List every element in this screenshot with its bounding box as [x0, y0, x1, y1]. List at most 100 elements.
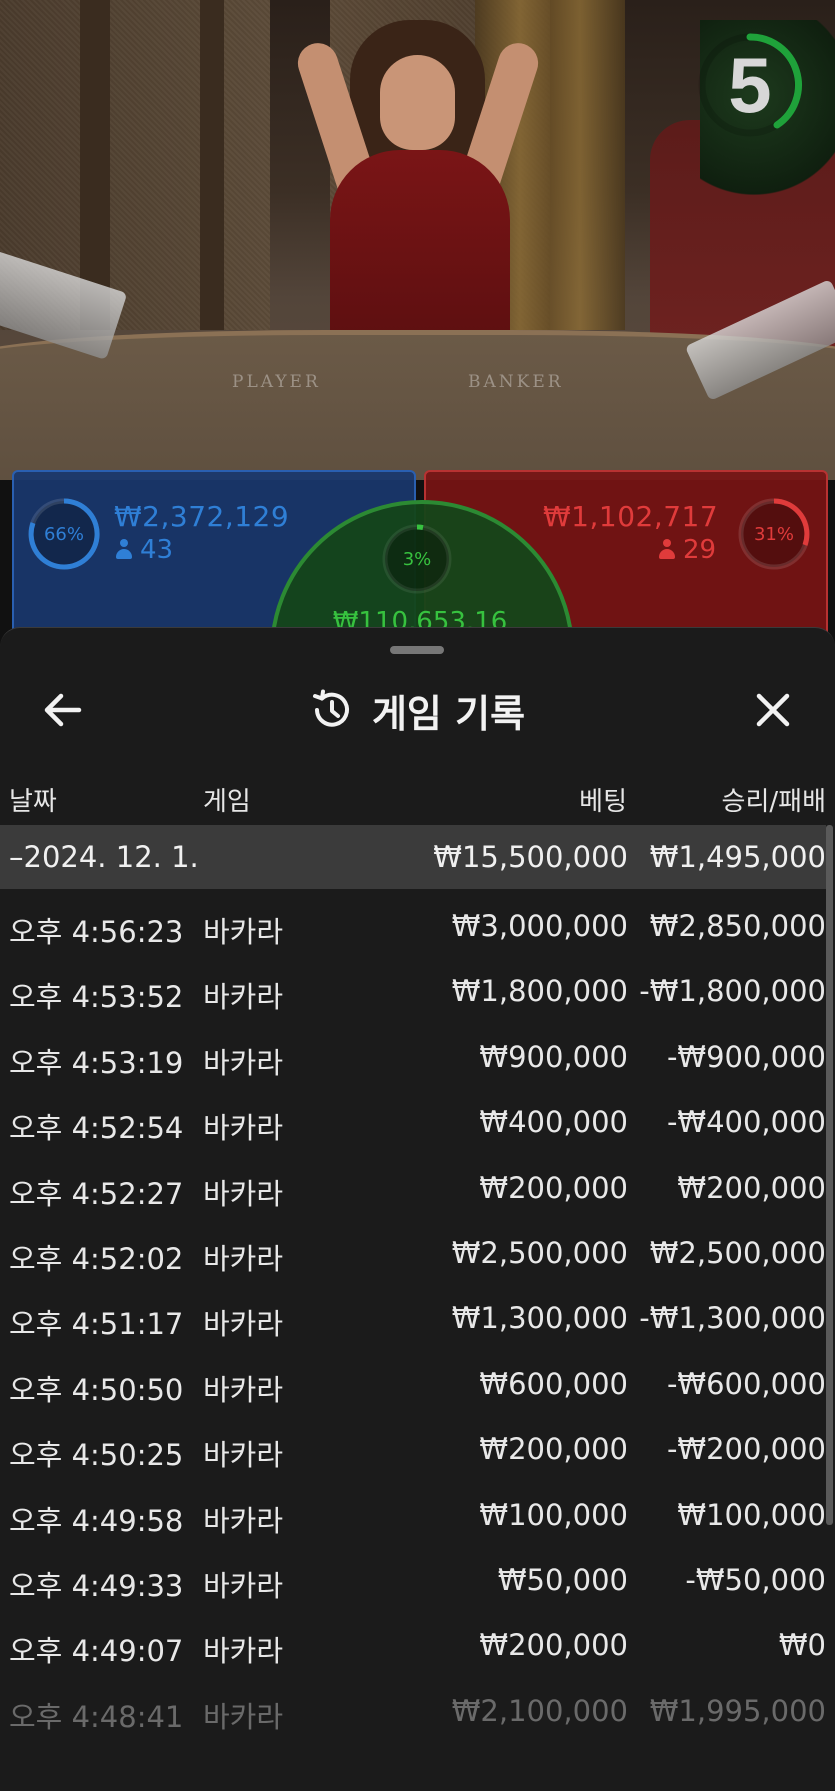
row-game: 바카라 — [203, 1503, 284, 1538]
column-bet: 베팅 — [579, 787, 627, 817]
column-game: 게임 — [203, 787, 251, 817]
banker-percent-ring: 31% — [736, 496, 812, 572]
row-result: ₩2,850,000 — [649, 909, 826, 943]
row-time: 오후 4:53:19 — [9, 1045, 184, 1080]
betting-countdown: 5 — [695, 30, 805, 140]
row-time: 오후 4:50:50 — [9, 1372, 184, 1407]
row-time: 오후 4:51:17 — [9, 1307, 184, 1342]
row-bet: ₩1,300,000 — [451, 1301, 628, 1336]
banker-percent: 31% — [753, 523, 794, 545]
player-percent: 66% — [43, 523, 84, 545]
row-time: 오후 4:52:02 — [9, 1241, 184, 1276]
row-game: 바카라 — [203, 1438, 284, 1473]
row-result: -₩1,300,000 — [639, 1301, 826, 1336]
sheet-header: 게임 기록 — [0, 680, 835, 740]
date-group-result-total: ₩1,495,000 — [649, 840, 826, 874]
tie-percent-ring: 3% — [380, 522, 454, 596]
person-icon — [116, 539, 132, 559]
row-bet: ₩400,000 — [479, 1105, 628, 1140]
row-result: ₩200,000 — [677, 1170, 826, 1205]
history-icon — [312, 689, 349, 727]
row-result: -₩1,800,000 — [639, 974, 826, 1009]
live-video-feed: PLAYER BANKER 5 — [0, 0, 835, 480]
row-game: 바카라 — [203, 915, 284, 949]
player-percent-ring: 66% — [26, 496, 102, 572]
row-result: ₩2,500,000 — [649, 1235, 826, 1270]
row-bet: ₩200,000 — [479, 1628, 628, 1663]
tie-percent: 3% — [402, 548, 432, 570]
banker-bettor-count: 29 — [659, 535, 716, 565]
column-date: 날짜 — [9, 787, 57, 817]
row-bet: ₩200,000 — [479, 1170, 628, 1205]
row-time: 오후 4:48:41 — [9, 1699, 184, 1734]
history-row[interactable]: 오후 4:52:54 바카라 ₩400,000 -₩400,000 — [0, 1093, 826, 1158]
row-result: ₩100,000 — [677, 1497, 826, 1532]
row-game: 바카라 — [203, 1699, 284, 1734]
history-list: 오후 4:56:23 바카라 ₩3,000,000 ₩2,850,000 오후 … — [0, 897, 826, 1747]
banker-bet-amount: ₩1,102,717 — [543, 500, 719, 533]
date-group-label: –2024. 12. 1. — [9, 840, 199, 874]
row-game: 바카라 — [203, 1176, 284, 1211]
row-game: 바카라 — [203, 1372, 284, 1407]
row-time: 오후 4:56:23 — [9, 915, 184, 949]
row-result: -₩600,000 — [666, 1366, 826, 1401]
countdown-value: 5 — [728, 40, 772, 129]
banker-bettor-number: 29 — [683, 535, 717, 565]
history-row[interactable]: 오후 4:50:25 바카라 ₩200,000 -₩200,000 — [0, 1420, 826, 1485]
history-row[interactable]: 오후 4:52:02 바카라 ₩2,500,000 ₩2,500,000 — [0, 1224, 826, 1289]
player-bettor-number: 43 — [140, 535, 174, 565]
row-game: 바카라 — [203, 980, 284, 1015]
row-game: 바카라 — [203, 1111, 284, 1146]
row-bet: ₩200,000 — [479, 1432, 628, 1467]
sheet-title: 게임 기록 — [371, 691, 526, 736]
row-time: 오후 4:52:54 — [9, 1111, 184, 1146]
row-time: 오후 4:49:07 — [9, 1634, 184, 1669]
row-result: -₩200,000 — [666, 1432, 826, 1467]
row-time: 오후 4:53:52 — [9, 980, 184, 1015]
history-row[interactable]: 오후 4:53:19 바카라 ₩900,000 -₩900,000 — [0, 1028, 826, 1093]
history-row[interactable]: 오후 4:51:17 바카라 ₩1,300,000 -₩1,300,000 — [0, 1289, 826, 1354]
player-bet-amount: ₩2,372,129 — [114, 500, 290, 533]
column-result: 승리/패배 — [721, 787, 826, 817]
close-icon — [756, 693, 790, 727]
history-scrollbar[interactable] — [826, 825, 833, 1525]
dealer-face — [380, 55, 455, 150]
history-row[interactable]: 오후 4:50:50 바카라 ₩600,000 -₩600,000 — [0, 1355, 826, 1420]
row-result: -₩50,000 — [685, 1562, 826, 1597]
row-game: 바카라 — [203, 1634, 284, 1669]
row-game: 바카라 — [203, 1241, 284, 1276]
row-result: ₩1,995,000 — [649, 1693, 826, 1728]
row-time: 오후 4:49:58 — [9, 1503, 184, 1538]
history-row[interactable]: 오후 4:49:33 바카라 ₩50,000 -₩50,000 — [0, 1551, 826, 1616]
row-bet: ₩2,500,000 — [451, 1235, 628, 1270]
close-button[interactable] — [748, 685, 798, 735]
row-bet: ₩600,000 — [479, 1366, 628, 1401]
player-bettor-count: 43 — [116, 535, 173, 565]
row-bet: ₩50,000 — [497, 1562, 628, 1597]
row-time: 오후 4:50:25 — [9, 1438, 184, 1473]
row-bet: ₩100,000 — [479, 1497, 628, 1532]
row-bet: ₩1,800,000 — [451, 974, 628, 1009]
sheet-drag-handle[interactable] — [390, 646, 444, 654]
row-time: 오후 4:52:27 — [9, 1176, 184, 1211]
person-icon — [659, 539, 675, 559]
history-row[interactable]: 오후 4:56:23 바카라 ₩3,000,000 ₩2,850,000 — [0, 897, 826, 962]
table-label-banker: BANKER — [468, 372, 564, 392]
history-row[interactable]: 오후 4:52:27 바카라 ₩200,000 ₩200,000 — [0, 1159, 826, 1224]
row-bet: ₩2,100,000 — [451, 1693, 628, 1728]
history-row[interactable]: 오후 4:48:41 바카라 ₩2,100,000 ₩1,995,000 — [0, 1682, 826, 1747]
row-bet: ₩3,000,000 — [451, 909, 628, 943]
history-row[interactable]: 오후 4:49:58 바카라 ₩100,000 ₩100,000 — [0, 1486, 826, 1551]
game-history-sheet: 게임 기록 날짜 게임 베팅 승리/패배 –2024. 12. 1. ₩15,5… — [0, 627, 835, 1791]
row-bet: ₩900,000 — [479, 1039, 628, 1074]
row-game: 바카라 — [203, 1307, 284, 1342]
history-row[interactable]: 오후 4:53:52 바카라 ₩1,800,000 -₩1,800,000 — [0, 962, 826, 1027]
row-time: 오후 4:49:33 — [9, 1568, 184, 1603]
row-result: -₩400,000 — [666, 1105, 826, 1140]
dealer-dress — [330, 150, 510, 350]
date-group-bet-total: ₩15,500,000 — [433, 840, 628, 874]
history-row[interactable]: 오후 4:49:07 바카라 ₩200,000 ₩0 — [0, 1616, 826, 1681]
row-game: 바카라 — [203, 1568, 284, 1603]
table-header: 날짜 게임 베팅 승리/패배 — [0, 771, 835, 821]
date-group-row[interactable]: –2024. 12. 1. ₩15,500,000 ₩1,495,000 — [0, 825, 826, 889]
